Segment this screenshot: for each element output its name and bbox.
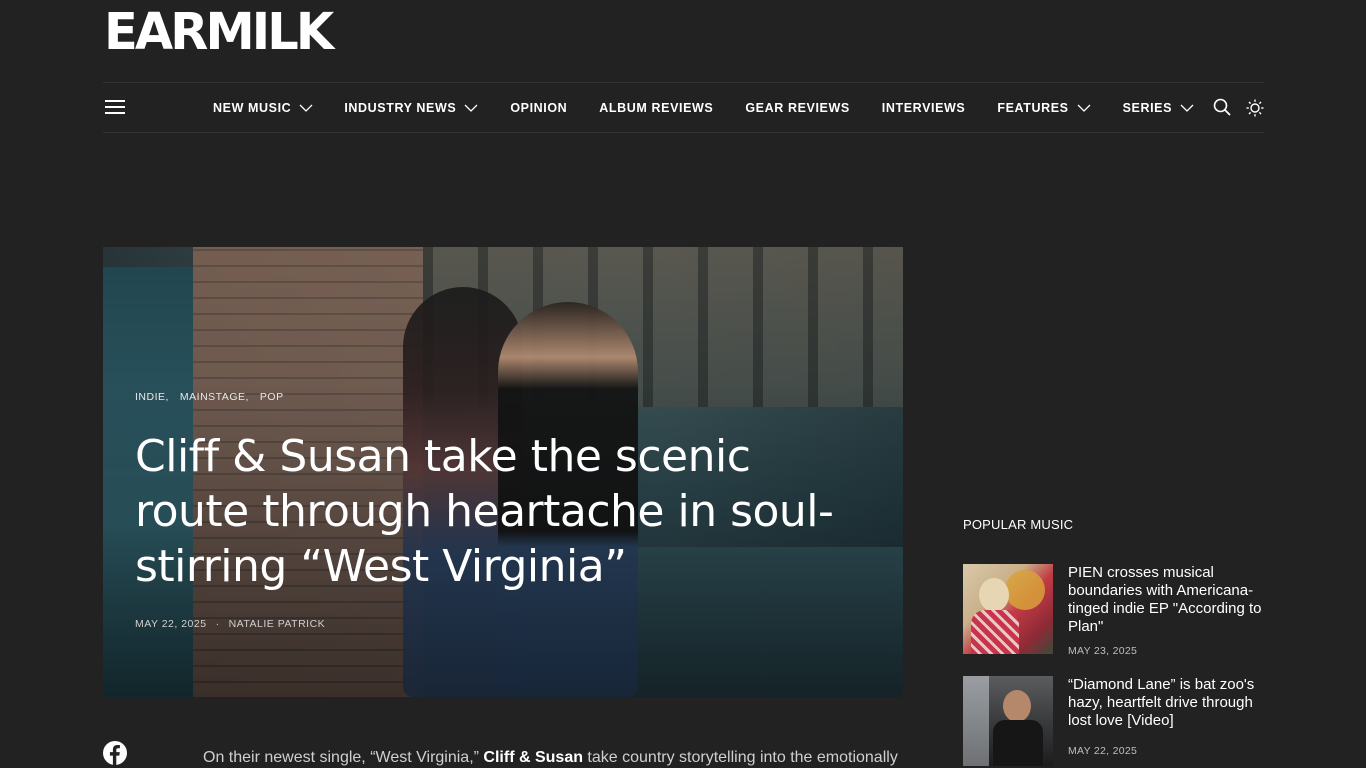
nav-item-label: SERIES	[1122, 100, 1173, 115]
popular-item-title[interactable]: PIEN crosses musical boundaries with Ame…	[1068, 564, 1268, 636]
nav-item-album-reviews[interactable]: ALBUM REVIEWS	[599, 101, 713, 115]
nav-item-label: INTERVIEWS	[881, 100, 966, 115]
nav-item-gear-reviews[interactable]: GEAR REVIEWS	[745, 101, 849, 115]
search-icon[interactable]	[1213, 98, 1231, 116]
logo-text: EARMILK	[104, 3, 334, 62]
sidebar-title: POPULAR MUSIC	[963, 517, 1074, 532]
popular-item-date: MAY 23, 2025	[1068, 645, 1138, 657]
popular-item[interactable]: “Diamond Lane” is bat zoo's hazy, heartf…	[963, 676, 1263, 766]
popular-item-thumbnail	[963, 564, 1053, 654]
nav-item-label: FEATURES	[997, 100, 1069, 115]
featured-article-hero[interactable]: INDIE, MAINSTAGE, POP Cliff & Susan take…	[103, 247, 903, 697]
site-logo[interactable]: EARMILK	[104, 3, 338, 62]
nav-item-features[interactable]: FEATURES	[997, 100, 1091, 115]
category-link-indie[interactable]: INDIE,	[135, 391, 169, 403]
chevron-down-icon	[1180, 104, 1194, 112]
chevron-down-icon	[1077, 104, 1091, 112]
popular-item[interactable]: PIEN crosses musical boundaries with Ame…	[963, 564, 1263, 657]
article-intro: On their newest single, “West Virginia,”…	[203, 749, 903, 767]
popular-item-thumbnail	[963, 676, 1053, 766]
nav-menu: NEW MUSIC INDUSTRY NEWS OPINION ALBUM RE…	[213, 83, 1194, 132]
chevron-down-icon	[299, 104, 313, 112]
facebook-icon[interactable]	[103, 741, 127, 765]
hamburger-menu-icon[interactable]	[105, 100, 125, 116]
main-navbar: NEW MUSIC INDUSTRY NEWS OPINION ALBUM RE…	[103, 82, 1264, 133]
nav-item-label: NEW MUSIC	[213, 100, 292, 115]
hero-categories: INDIE, MAINSTAGE, POP	[135, 391, 295, 403]
nav-item-label: ALBUM REVIEWS	[599, 100, 714, 115]
nav-item-interviews[interactable]: INTERVIEWS	[882, 101, 966, 115]
hero-meta: MAY 22, 2025 · NATALIE PATRICK	[135, 618, 325, 630]
chevron-down-icon	[464, 104, 478, 112]
hero-date: MAY 22, 2025	[135, 618, 207, 630]
popular-item-date: MAY 22, 2025	[1068, 745, 1138, 757]
popular-item-title[interactable]: “Diamond Lane” is bat zoo's hazy, heartf…	[1068, 676, 1268, 730]
nav-item-label: INDUSTRY NEWS	[344, 100, 457, 115]
intro-artist: Cliff & Susan	[483, 749, 583, 766]
nav-item-label: GEAR REVIEWS	[745, 100, 850, 115]
intro-tail: take country storytelling into the emoti…	[582, 749, 898, 766]
category-link-mainstage[interactable]: MAINSTAGE,	[180, 391, 249, 403]
hero-title[interactable]: Cliff & Susan take the scenic route thro…	[135, 429, 835, 594]
nav-item-opinion[interactable]: OPINION	[510, 101, 567, 115]
intro-lead: On their newest single, “West Virginia,”	[203, 749, 484, 766]
nav-item-label: OPINION	[510, 100, 568, 115]
nav-item-industry-news[interactable]: INDUSTRY NEWS	[344, 101, 478, 115]
nav-item-new-music[interactable]: NEW MUSIC	[213, 101, 313, 115]
meta-separator: ·	[215, 618, 220, 630]
nav-item-series[interactable]: SERIES	[1123, 101, 1194, 115]
category-link-pop[interactable]: POP	[260, 391, 284, 403]
hero-author[interactable]: NATALIE PATRICK	[229, 618, 326, 630]
sun-icon[interactable]	[1246, 99, 1264, 117]
